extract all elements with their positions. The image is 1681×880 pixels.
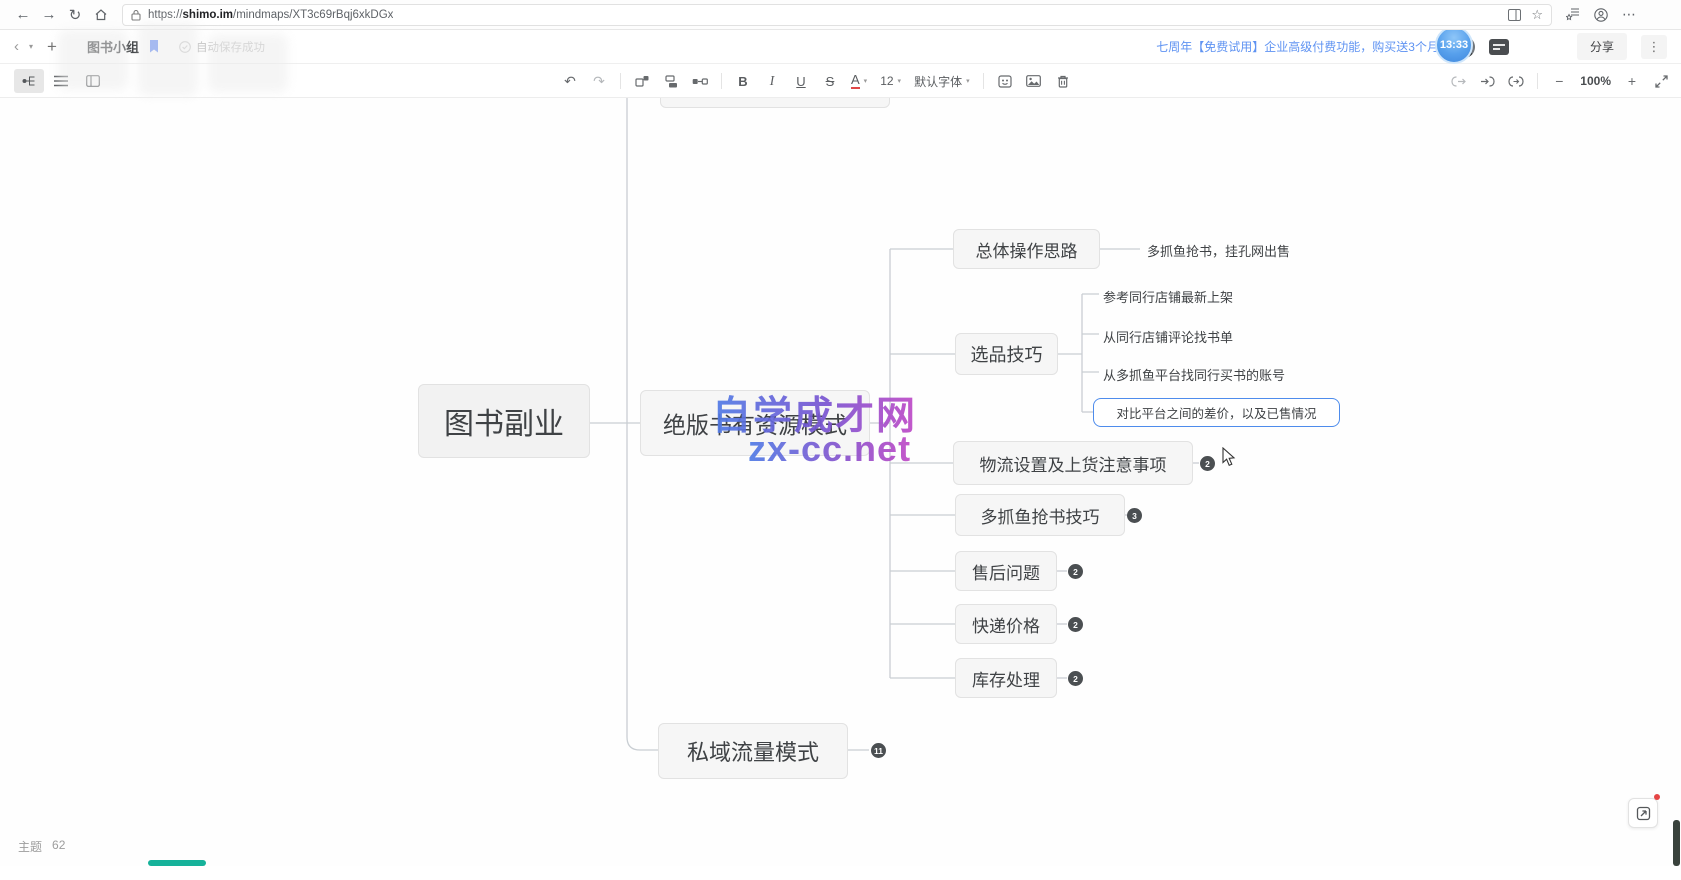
outline-view-icon bbox=[54, 75, 68, 87]
selected-leaf-node[interactable]: 对比平台之间的差价，以及已售情况 bbox=[1093, 398, 1340, 427]
url-text: https://shimo.im/mindmaps/XT3c69rBqj6xkD… bbox=[148, 9, 393, 21]
mindmap-canvas[interactable]: 图书副业 绝版书有资源模式 总体操作思路 多抓鱼抢书，挂孔网出售 选品技巧 参考… bbox=[0, 98, 1681, 866]
comment-icon[interactable] bbox=[1489, 39, 1509, 55]
mindmap-view-icon bbox=[22, 75, 37, 87]
recording-timer-overlay: 13:33 bbox=[1435, 26, 1473, 64]
collections-icon[interactable] bbox=[1566, 8, 1580, 21]
caret-down-icon: ▾ bbox=[966, 77, 970, 85]
promo-link[interactable]: 七周年【免费试用】企业高级付费功能，购买送3个月 bbox=[1156, 38, 1439, 55]
notification-dot bbox=[1654, 794, 1660, 800]
fullscreen-icon[interactable] bbox=[1653, 75, 1669, 88]
forward-icon[interactable]: → bbox=[36, 3, 62, 27]
check-circle-icon bbox=[179, 41, 191, 53]
collapsed-count-badge[interactable]: 2 bbox=[1200, 456, 1215, 471]
caret-down-icon: ▾ bbox=[898, 77, 902, 85]
browser-menu-icon[interactable]: ⋯ bbox=[1622, 6, 1636, 23]
nav-back-icon[interactable]: ‹ bbox=[14, 38, 19, 55]
root-node[interactable]: 图书副业 bbox=[418, 384, 590, 458]
bold-button[interactable]: B bbox=[735, 74, 751, 89]
relation-line-icon[interactable] bbox=[692, 77, 708, 86]
zoom-out-button[interactable]: − bbox=[1551, 73, 1567, 89]
font-family-select[interactable]: 默认字体▾ bbox=[914, 73, 970, 90]
leaf-node[interactable]: 从多抓鱼平台找同行买书的账号 bbox=[1103, 365, 1285, 384]
insert-sibling-node-icon[interactable] bbox=[634, 75, 650, 88]
insert-image-icon[interactable] bbox=[1026, 75, 1042, 87]
refresh-icon[interactable]: ↻ bbox=[62, 3, 88, 27]
new-document-button[interactable]: + bbox=[47, 37, 57, 57]
caret-down-icon: ▾ bbox=[864, 77, 868, 85]
divider bbox=[620, 73, 621, 89]
scrollbar-thumb[interactable] bbox=[1673, 820, 1680, 866]
clipped-node[interactable] bbox=[660, 98, 890, 108]
locate-center-icon bbox=[1636, 806, 1651, 821]
zoom-in-button[interactable]: + bbox=[1624, 73, 1640, 89]
mindmap-view-button[interactable] bbox=[14, 69, 44, 93]
leaf-node[interactable]: 多抓鱼抢书，挂孔网出售 bbox=[1147, 241, 1290, 260]
child-node-overview[interactable]: 总体操作思路 bbox=[953, 229, 1100, 269]
child-node-selection-tips[interactable]: 选品技巧 bbox=[955, 333, 1058, 375]
mindmap-toolbar: ↶ ↷ B I U S A▾ 12▾ 默认字体▾ bbox=[0, 64, 1681, 98]
expand-all-icon[interactable] bbox=[1479, 76, 1495, 87]
undo-button[interactable]: ↶ bbox=[562, 73, 578, 90]
more-menu-button[interactable]: ⋮ bbox=[1641, 35, 1667, 59]
font-color-button[interactable]: A▾ bbox=[851, 73, 867, 89]
lock-icon bbox=[131, 9, 141, 21]
child-node-aftersales[interactable]: 售后问题 bbox=[955, 551, 1057, 591]
document-title[interactable]: 图书小组 bbox=[87, 37, 139, 56]
delete-icon[interactable] bbox=[1055, 75, 1071, 88]
zoom-level[interactable]: 100% bbox=[1580, 74, 1611, 88]
collapsed-count-badge[interactable]: 2 bbox=[1068, 671, 1083, 686]
watermark-url: zx-cc.net bbox=[748, 428, 911, 470]
home-icon[interactable] bbox=[88, 3, 114, 27]
browser-chrome: ← → ↻ https://shimo.im/mindmaps/XT3c69rB… bbox=[0, 0, 1681, 30]
profile-icon[interactable] bbox=[1594, 8, 1608, 22]
share-button[interactable]: 分享 bbox=[1577, 33, 1627, 60]
child-node-shipping-price[interactable]: 快递价格 bbox=[955, 604, 1057, 644]
child-node-grab-books[interactable]: 多抓鱼抢书技巧 bbox=[955, 494, 1125, 536]
app-header: ‹ ▾ + 图书小组 自动保存成功 七周年【免费试用】企业高级付费功能，购买送3… bbox=[0, 30, 1681, 64]
topic-count-status: 主题62 bbox=[18, 838, 65, 855]
collapsed-count-badge[interactable]: 11 bbox=[871, 743, 886, 758]
insert-child-node-icon[interactable] bbox=[663, 75, 679, 88]
back-icon[interactable]: ← bbox=[10, 3, 36, 27]
video-progress-fragment bbox=[148, 860, 206, 866]
address-bar[interactable]: https://shimo.im/mindmaps/XT3c69rBqj6xkD… bbox=[122, 4, 1552, 26]
fit-view-icon[interactable] bbox=[1508, 76, 1524, 87]
favorite-star-icon[interactable]: ☆ bbox=[1531, 7, 1543, 23]
nav-dropdown-icon[interactable]: ▾ bbox=[29, 42, 33, 51]
collapsed-count-badge[interactable]: 2 bbox=[1068, 617, 1083, 632]
mouse-cursor bbox=[1222, 447, 1236, 467]
divider bbox=[983, 73, 984, 89]
leaf-node[interactable]: 从同行店铺评论找书单 bbox=[1103, 327, 1233, 346]
split-view-button[interactable] bbox=[78, 69, 108, 93]
split-view-icon bbox=[86, 75, 100, 87]
divider bbox=[1537, 73, 1538, 89]
underline-button[interactable]: U bbox=[793, 74, 809, 89]
locate-center-button[interactable] bbox=[1628, 798, 1658, 828]
collapsed-count-badge[interactable]: 3 bbox=[1127, 508, 1142, 523]
bookmark-icon[interactable] bbox=[149, 40, 159, 53]
child-node-logistics[interactable]: 物流设置及上货注意事项 bbox=[953, 441, 1193, 485]
reading-view-icon[interactable] bbox=[1508, 9, 1521, 21]
leaf-node[interactable]: 参考同行店铺最新上架 bbox=[1103, 287, 1233, 306]
redo-button[interactable]: ↷ bbox=[591, 73, 607, 90]
collapse-all-icon[interactable] bbox=[1450, 76, 1466, 87]
outline-view-button[interactable] bbox=[46, 69, 76, 93]
child-node-inventory[interactable]: 库存处理 bbox=[955, 658, 1057, 698]
divider bbox=[721, 73, 722, 89]
font-size-select[interactable]: 12▾ bbox=[880, 74, 901, 88]
sticker-icon[interactable] bbox=[997, 75, 1013, 88]
branch-node-private-traffic[interactable]: 私域流量模式 bbox=[658, 723, 848, 779]
autosave-status: 自动保存成功 bbox=[179, 39, 265, 55]
italic-button[interactable]: I bbox=[764, 73, 780, 89]
collapsed-count-badge[interactable]: 2 bbox=[1068, 564, 1083, 579]
strikethrough-button[interactable]: S bbox=[822, 74, 838, 89]
